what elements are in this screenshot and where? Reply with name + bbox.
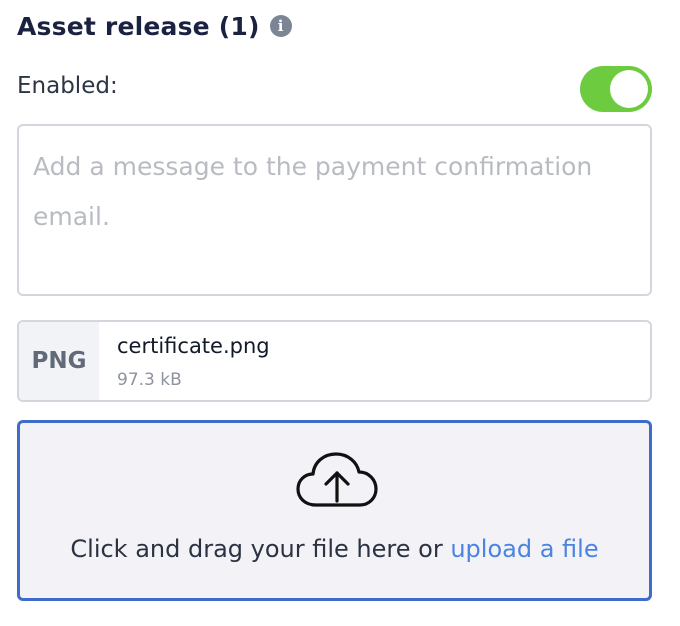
section-header: Asset release (1) i (17, 8, 292, 44)
attached-file[interactable]: PNG certificate.png 97.3 kB (17, 320, 652, 402)
enabled-label: Enabled: (17, 73, 118, 99)
upload-file-link[interactable]: upload a file (450, 535, 598, 563)
enabled-row: Enabled: (17, 66, 652, 112)
toggle-knob (610, 70, 648, 108)
file-size: 97.3 kB (117, 370, 182, 390)
confirmation-message-input[interactable] (17, 124, 652, 296)
dropzone-instructions: Click and drag your file here or (70, 535, 451, 563)
enabled-toggle[interactable] (580, 66, 652, 112)
info-icon[interactable]: i (269, 15, 292, 37)
section-title: Asset release (1) (17, 11, 260, 41)
cloud-upload-icon (296, 452, 378, 507)
file-name: certificate.png (117, 334, 270, 358)
dropzone-text: Click and drag your file here or upload … (20, 535, 649, 563)
file-type-badge: PNG (19, 322, 99, 400)
file-dropzone[interactable]: Click and drag your file here or upload … (17, 420, 652, 601)
